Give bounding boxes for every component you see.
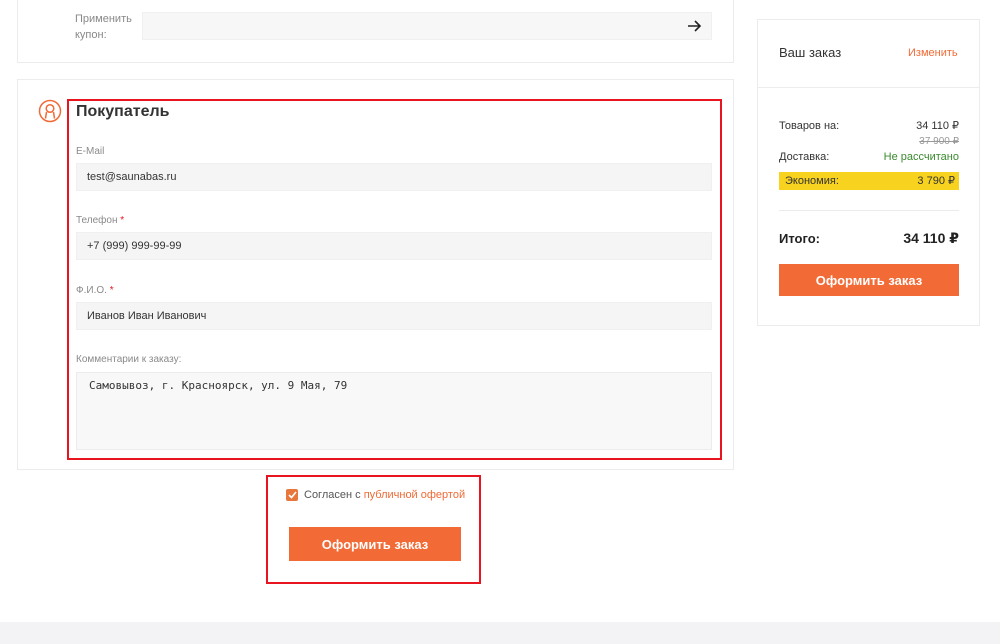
coupon-input[interactable] xyxy=(142,12,712,40)
phone-label: Телефон * xyxy=(76,214,124,228)
goods-old-value: 37 900 ₽ xyxy=(919,136,959,147)
order-divider xyxy=(758,87,979,88)
order-title: Ваш заказ xyxy=(779,45,842,60)
fio-label-text: Ф.И.О. xyxy=(76,285,107,296)
order-change-link[interactable]: Изменить xyxy=(908,46,958,61)
fio-required-mark: * xyxy=(109,285,114,296)
buyer-title: Покупатель xyxy=(76,103,170,120)
delivery-value: Не рассчитано xyxy=(883,151,959,163)
arrow-right-icon xyxy=(688,20,702,32)
email-field[interactable] xyxy=(76,163,712,191)
checkmark-icon xyxy=(287,491,297,499)
total-label: Итого: xyxy=(779,231,820,246)
goods-value: 34 110 ₽ xyxy=(916,120,959,132)
public-offer-link[interactable]: публичной офертой xyxy=(364,489,465,501)
coupon-submit-button[interactable] xyxy=(683,14,707,38)
delivery-label: Доставка: xyxy=(779,151,830,163)
sidebar-place-order-button[interactable]: Оформить заказ xyxy=(779,264,959,296)
email-label: E-Mail xyxy=(76,145,104,159)
goods-label: Товаров на: xyxy=(779,120,840,132)
user-icon xyxy=(38,99,62,123)
fio-label: Ф.И.О. * xyxy=(76,284,114,298)
comment-label-text: Комментарии к заказу: xyxy=(76,354,182,365)
economy-value: 3 790 ₽ xyxy=(917,175,955,187)
agreement-text: Согласен с публичной офертой xyxy=(304,488,465,503)
total-divider xyxy=(779,210,959,211)
place-order-button[interactable]: Оформить заказ xyxy=(289,527,461,561)
agreement-checkbox[interactable] xyxy=(286,489,298,501)
comment-textarea[interactable]: Самовывоз, г. Красноярск, ул. 9 Мая, 79 xyxy=(76,372,712,450)
email-label-text: E-Mail xyxy=(76,146,105,157)
agreement-label: Согласен с xyxy=(304,489,361,501)
comment-label: Комментарии к заказу: xyxy=(76,353,181,367)
phone-required-mark: * xyxy=(120,215,125,226)
footer-band xyxy=(0,622,1000,644)
economy-label: Экономия: xyxy=(785,175,839,187)
phone-field[interactable] xyxy=(76,232,712,260)
total-value: 34 110 ₽ xyxy=(903,230,959,246)
phone-label-text: Телефон xyxy=(76,215,118,226)
coupon-label: Применить купон: xyxy=(75,13,132,41)
fio-field[interactable] xyxy=(76,302,712,330)
